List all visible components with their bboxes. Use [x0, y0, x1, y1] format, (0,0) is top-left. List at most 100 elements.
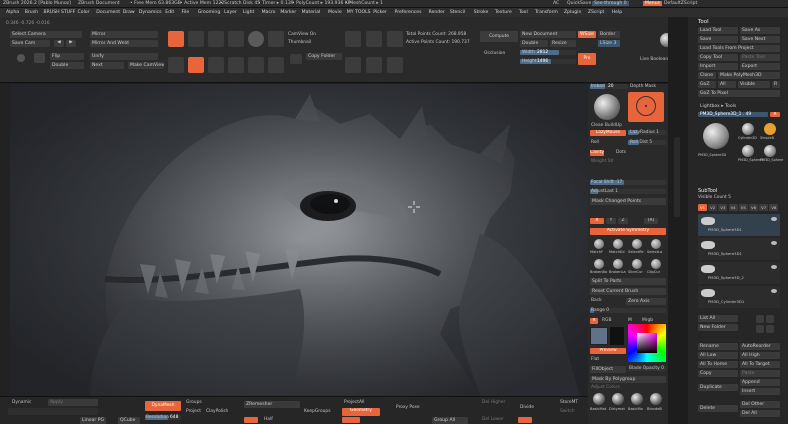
del-lower-label[interactable]: Del Lower	[482, 417, 504, 422]
copy-folder-button[interactable]: Copy Folder	[306, 53, 342, 60]
lazymouse-button[interactable]: LazyMouse	[590, 130, 626, 136]
tool-thumb[interactable]: PM3D_Sphere	[760, 143, 783, 163]
select-camera-dropdown[interactable]: Select Camera	[10, 31, 82, 38]
frame-icon[interactable]	[345, 57, 361, 73]
version-tab[interactable]: V6	[749, 204, 758, 211]
unify-button[interactable]: Unify	[90, 53, 158, 60]
symmetry-x-button[interactable]: X	[590, 218, 604, 224]
insert-button[interactable]: Insert	[740, 388, 780, 395]
arrow-up-icon[interactable]	[756, 315, 764, 323]
menu-help[interactable]: Help	[612, 10, 622, 15]
export-button[interactable]: Export	[740, 63, 780, 70]
tool-header[interactable]: Tool	[698, 19, 709, 25]
zoom-icon[interactable]	[268, 57, 284, 73]
mask-changed-points-button[interactable]: Mask Changed Points	[590, 198, 666, 205]
menu-movie[interactable]: Movie	[328, 10, 342, 15]
half-label[interactable]: Half	[264, 417, 273, 422]
menu-zscript[interactable]: ZScript	[588, 10, 604, 15]
perspective-icon[interactable]	[345, 31, 361, 47]
brush-thumb[interactable]: ClipCur	[647, 258, 665, 277]
smooth-sphere-icon[interactable]	[268, 31, 284, 47]
brush-thumb[interactable]: MatchF	[590, 238, 608, 257]
menu-texture[interactable]: Texture	[495, 10, 512, 15]
menu-grooming[interactable]: Grooming	[198, 10, 221, 15]
brush-thumb[interactable]: BrokenBo	[590, 258, 608, 277]
group-all-button[interactable]: Group All	[432, 417, 468, 424]
menu-material[interactable]: Material	[302, 10, 321, 15]
see-through-slider[interactable]: See-through 0	[592, 1, 629, 6]
claypolish-label[interactable]: ClayPolish	[206, 409, 228, 414]
goz-all-button[interactable]: All	[718, 81, 736, 88]
dynamesh-button[interactable]: DynaMesh	[145, 401, 181, 411]
import-button[interactable]: Import	[698, 63, 738, 70]
menu-draw[interactable]: Draw	[123, 10, 135, 15]
goz-visible-button[interactable]: Visible	[738, 81, 770, 88]
tool-r-button[interactable]: R	[770, 112, 780, 117]
texture-toggle-icon[interactable]: R	[590, 318, 598, 324]
mrgb-label[interactable]: Mrgb	[642, 318, 653, 323]
menu-edit[interactable]: Edit	[165, 10, 174, 15]
material-thumb[interactable]: BasicMat	[590, 393, 608, 417]
move-view-icon[interactable]	[366, 57, 382, 73]
double-doc-button[interactable]: Double	[520, 40, 548, 47]
menu-layer[interactable]: Layer	[224, 10, 237, 15]
eye-icon[interactable]	[771, 265, 777, 269]
paste-tool-button[interactable]: Paste Tool	[740, 54, 780, 61]
clone-button[interactable]: Clone	[698, 72, 716, 79]
version-tab[interactable]: V8	[769, 204, 779, 211]
eye-icon[interactable]	[771, 289, 777, 293]
menu-transform[interactable]: Transform	[535, 10, 558, 15]
symmetry-z-button[interactable]: Z	[618, 218, 628, 224]
menu-document[interactable]: Document	[96, 10, 120, 15]
menu-tool[interactable]: Tool	[519, 10, 528, 15]
apply-button[interactable]: Apply	[48, 399, 98, 406]
linear-pg-button[interactable]: Linear PG	[80, 417, 106, 424]
version-tab[interactable]: V5	[738, 204, 748, 211]
lock-icon[interactable]	[228, 57, 244, 73]
brush-thumb[interactable]: SelectRe	[628, 238, 646, 257]
canvas-viewport[interactable]	[10, 84, 588, 396]
paste-button[interactable]: Paste	[740, 370, 780, 377]
qedit-icon[interactable]	[188, 57, 204, 73]
depth-sphere-icon[interactable]	[594, 94, 620, 120]
tray-scrollbar[interactable]	[674, 137, 680, 217]
activate-symmetry-button[interactable]: Activate Symmetry	[590, 228, 666, 235]
eye-icon[interactable]	[771, 217, 777, 221]
rotate-z-icon[interactable]	[248, 57, 264, 73]
menus-toggle[interactable]: Menus	[643, 1, 663, 6]
version-tab[interactable]: V3	[718, 204, 728, 211]
goz-button[interactable]: GoZ	[698, 81, 716, 88]
all-high-button[interactable]: All High	[740, 352, 780, 359]
secondary-color-swatch[interactable]	[610, 327, 624, 345]
scale-mode-icon[interactable]	[208, 31, 224, 47]
zremesher-target-button[interactable]	[244, 417, 258, 423]
live-boolean-button[interactable]: Live Boolean	[640, 57, 668, 62]
menu-preferences[interactable]: Preferences	[395, 10, 422, 15]
switch-label[interactable]: Switch	[560, 409, 575, 414]
save-as-button[interactable]: Save As	[740, 27, 780, 34]
subtool-row[interactable]: PM3D_Sphere3D1	[698, 214, 780, 236]
geometry-button[interactable]: Geometry	[342, 408, 380, 416]
local-icon[interactable]	[387, 31, 403, 47]
edit-icon[interactable]	[168, 57, 184, 73]
qcube-button[interactable]: QCube	[118, 417, 140, 424]
double-button[interactable]: Double	[50, 62, 84, 69]
rename-button[interactable]: Rename	[698, 343, 738, 350]
tool-thumb[interactable]: PM3D_Sphere3	[738, 143, 764, 163]
version-tab[interactable]: V7	[759, 204, 769, 211]
back-label[interactable]: Back	[591, 298, 602, 303]
subtool-folder-icon[interactable]	[756, 325, 764, 333]
brush-thumb[interactable]: MatchEd	[609, 238, 627, 257]
lsize-slider[interactable]: LSize 3	[598, 40, 620, 47]
geometry-sub-button[interactable]	[342, 417, 360, 423]
version-tab[interactable]: V4	[728, 204, 738, 211]
make-camview-button[interactable]: Make CamView	[128, 62, 164, 69]
m-label[interactable]: M	[628, 318, 632, 323]
menu-stencil[interactable]: Stencil	[450, 10, 466, 15]
brush-thumb[interactable]: SelectLa	[647, 238, 665, 257]
divide-label[interactable]: Divide	[520, 405, 534, 410]
gizmo-icon[interactable]	[208, 57, 224, 73]
append-button[interactable]: Append	[740, 379, 780, 386]
load-tool-button[interactable]: Load Tool	[698, 27, 738, 34]
tool-thumb[interactable]: PM3D_Sphere3D	[698, 121, 734, 165]
